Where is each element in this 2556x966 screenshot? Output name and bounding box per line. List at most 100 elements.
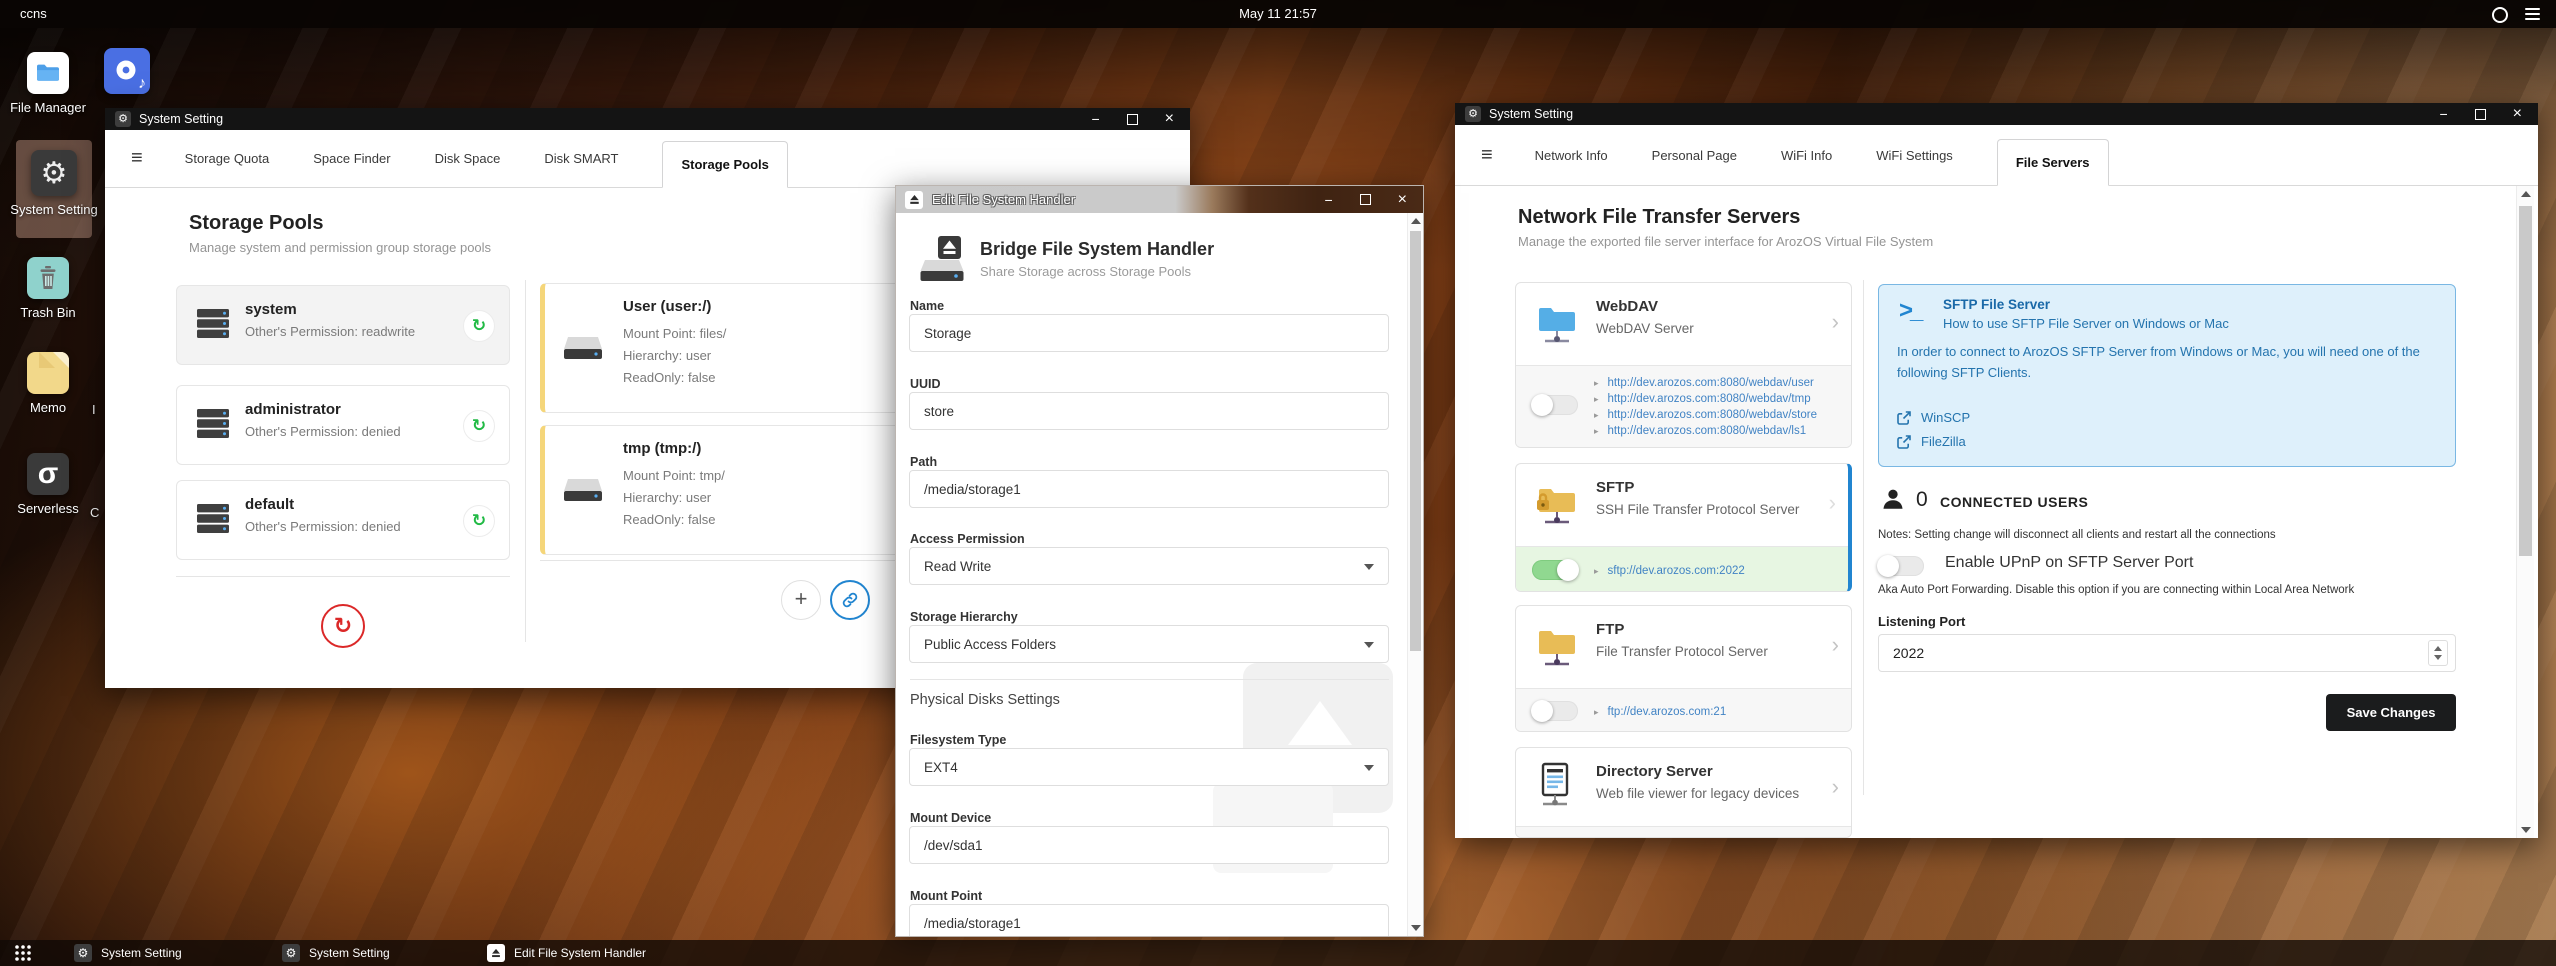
name-field[interactable]: [909, 314, 1389, 352]
scroll-down-icon[interactable]: [2517, 822, 2534, 838]
webdav-toggle[interactable]: [1531, 394, 1578, 416]
upnp-toggle[interactable]: [1877, 555, 1924, 577]
close-button[interactable]: ×: [1165, 111, 1174, 127]
scrollbar-vertical[interactable]: [2516, 186, 2534, 838]
maximize-button[interactable]: [1126, 113, 1138, 125]
link-mount-button[interactable]: [830, 580, 870, 620]
refresh-pools-button[interactable]: ↻: [321, 604, 365, 648]
tab-disk-space[interactable]: Disk Space: [435, 151, 501, 166]
physical-disks-section-label: Physical Disks Settings: [910, 692, 1060, 708]
close-button[interactable]: ×: [2513, 106, 2522, 122]
pool-card-system[interactable]: system Other's Permission: readwrite ↻: [176, 285, 510, 365]
minimize-button[interactable]: −: [1091, 112, 1099, 126]
desktop-icon-trash-bin[interactable]: Trash Bin: [0, 257, 96, 321]
sync-icon[interactable]: ↻: [463, 410, 495, 442]
tab-wifi-info[interactable]: WiFi Info: [1781, 148, 1832, 163]
save-changes-button[interactable]: Save Changes: [2326, 694, 2456, 731]
sftp-info-box: >_ SFTP File Server How to use SFTP File…: [1878, 284, 2456, 467]
server-desc: Web file viewer for legacy devices: [1596, 786, 1800, 801]
server-card-directory[interactable]: Directory Server Web file viewer for leg…: [1515, 747, 1852, 838]
divider: [1863, 280, 1864, 795]
tab-personal-page[interactable]: Personal Page: [1652, 148, 1737, 163]
maximize-button[interactable]: [1359, 194, 1371, 205]
chevron-right-icon[interactable]: ›: [1832, 774, 1839, 800]
filesystem-type-select[interactable]: EXT4: [909, 748, 1389, 786]
scroll-up-icon[interactable]: [2517, 186, 2534, 202]
listening-port-field[interactable]: [1878, 634, 2456, 672]
power-icon[interactable]: [2492, 7, 2508, 23]
tab-disk-smart[interactable]: Disk SMART: [544, 151, 618, 166]
desktop-icon-file-manager[interactable]: File Manager: [0, 52, 96, 116]
scroll-down-icon[interactable]: [1408, 920, 1423, 936]
maximize-button[interactable]: [2474, 108, 2486, 120]
sync-icon[interactable]: ↻: [463, 310, 495, 342]
server-card-sftp[interactable]: SFTP SSH File Transfer Protocol Server ›…: [1515, 463, 1852, 592]
pool-card-default[interactable]: default Other's Permission: denied ↻: [176, 480, 510, 560]
desktop-icon-serverless[interactable]: σ Serverless: [0, 453, 96, 517]
chevron-down-icon: [1364, 765, 1374, 771]
mount-device-field[interactable]: [909, 826, 1389, 864]
tab-storage-quota[interactable]: Storage Quota: [185, 151, 270, 166]
server-card-webdav[interactable]: WebDAV WebDAV Server › http://dev.arozos…: [1515, 282, 1852, 448]
sftp-link[interactable]: sftp://dev.arozos.com:2022: [1594, 563, 1745, 579]
ftp-toggle[interactable]: [1531, 700, 1578, 722]
add-mount-button[interactable]: +: [781, 580, 821, 620]
minimize-button[interactable]: −: [1324, 193, 1332, 207]
gear-icon: ⚙: [74, 944, 92, 962]
tab-wifi-settings[interactable]: WiFi Settings: [1876, 148, 1953, 163]
uuid-label: UUID: [910, 377, 941, 391]
taskbar-item-system-setting-2[interactable]: ⚙ System Setting: [282, 940, 390, 966]
scrollbar-thumb[interactable]: [2519, 206, 2532, 556]
window-title-bar[interactable]: ⚙ System Setting − ×: [1455, 103, 2538, 125]
scrollbar-thumb[interactable]: [1410, 231, 1421, 651]
hamburger-icon[interactable]: ≡: [131, 147, 143, 170]
chevron-right-icon[interactable]: ›: [1829, 490, 1836, 516]
ftp-link[interactable]: ftp://dev.arozos.com:21: [1594, 704, 1727, 720]
minimize-button[interactable]: −: [2439, 107, 2447, 121]
client-link-winscp[interactable]: WinSCP: [1897, 410, 1970, 425]
storage-hierarchy-select[interactable]: Public Access Folders: [909, 625, 1389, 663]
scrollbar-vertical[interactable]: [1407, 213, 1423, 936]
desktop-icon-memo[interactable]: Memo: [0, 352, 96, 416]
client-link-filezilla[interactable]: FileZilla: [1897, 434, 1966, 449]
top-bar: ccns May 11 21:57: [0, 0, 2556, 28]
chevron-right-icon[interactable]: ›: [1832, 632, 1839, 658]
number-stepper[interactable]: [2428, 640, 2448, 666]
tab-storage-pools[interactable]: Storage Pools: [662, 141, 788, 188]
webdav-link[interactable]: http://dev.arozos.com:8080/webdav/tmp: [1594, 391, 1817, 407]
path-label: Path: [910, 455, 938, 469]
app-grid-icon[interactable]: [14, 944, 32, 966]
webdav-link[interactable]: http://dev.arozos.com:8080/webdav/user: [1594, 375, 1817, 391]
hamburger-icon[interactable]: ≡: [1481, 144, 1493, 167]
gear-icon: ⚙: [31, 150, 77, 196]
chevron-right-icon[interactable]: ›: [1832, 309, 1839, 335]
pool-permission: Other's Permission: readwrite: [245, 324, 416, 339]
access-permission-select[interactable]: Read Write: [909, 547, 1389, 585]
server-card-ftp[interactable]: FTP File Transfer Protocol Server › ftp:…: [1515, 605, 1852, 732]
window-title-bar[interactable]: Edit File System Handler − ×: [896, 186, 1423, 213]
tab-space-finder[interactable]: Space Finder: [313, 151, 390, 166]
tab-network-info[interactable]: Network Info: [1535, 148, 1608, 163]
webdav-link[interactable]: http://dev.arozos.com:8080/webdav/store: [1594, 407, 1817, 423]
desktop-icon-system-setting[interactable]: ⚙ System Setting: [6, 150, 102, 218]
pool-card-administrator[interactable]: administrator Other's Permission: denied…: [176, 385, 510, 465]
taskbar-item-edit-file-system-handler[interactable]: Edit File System Handler: [487, 940, 646, 966]
external-link-icon: [1897, 410, 1911, 425]
desktop-icon-music[interactable]: ♪: [104, 48, 150, 94]
tab-file-servers[interactable]: File Servers: [1996, 139, 2109, 186]
webdav-link[interactable]: http://dev.arozos.com:8080/webdav/ls1: [1594, 423, 1817, 439]
sftp-toggle[interactable]: [1532, 559, 1579, 581]
uuid-field[interactable]: [909, 392, 1389, 430]
clock: May 11 21:57: [1239, 6, 1317, 21]
close-button[interactable]: ×: [1398, 191, 1407, 208]
mount-point-field[interactable]: [909, 904, 1389, 936]
window-system-setting-file-servers: ⚙ System Setting − × ≡ Network Info Pers…: [1455, 103, 2538, 838]
taskbar-item-system-setting-1[interactable]: ⚙ System Setting: [74, 940, 182, 966]
menu-icon[interactable]: [2525, 8, 2540, 20]
scroll-up-icon[interactable]: [1408, 213, 1423, 229]
window-title-bar[interactable]: ⚙ System Setting − ×: [105, 108, 1190, 130]
server-icon: [195, 308, 231, 345]
path-field[interactable]: [909, 470, 1389, 508]
sync-icon[interactable]: ↻: [463, 505, 495, 537]
chevron-down-icon: [1364, 564, 1374, 570]
